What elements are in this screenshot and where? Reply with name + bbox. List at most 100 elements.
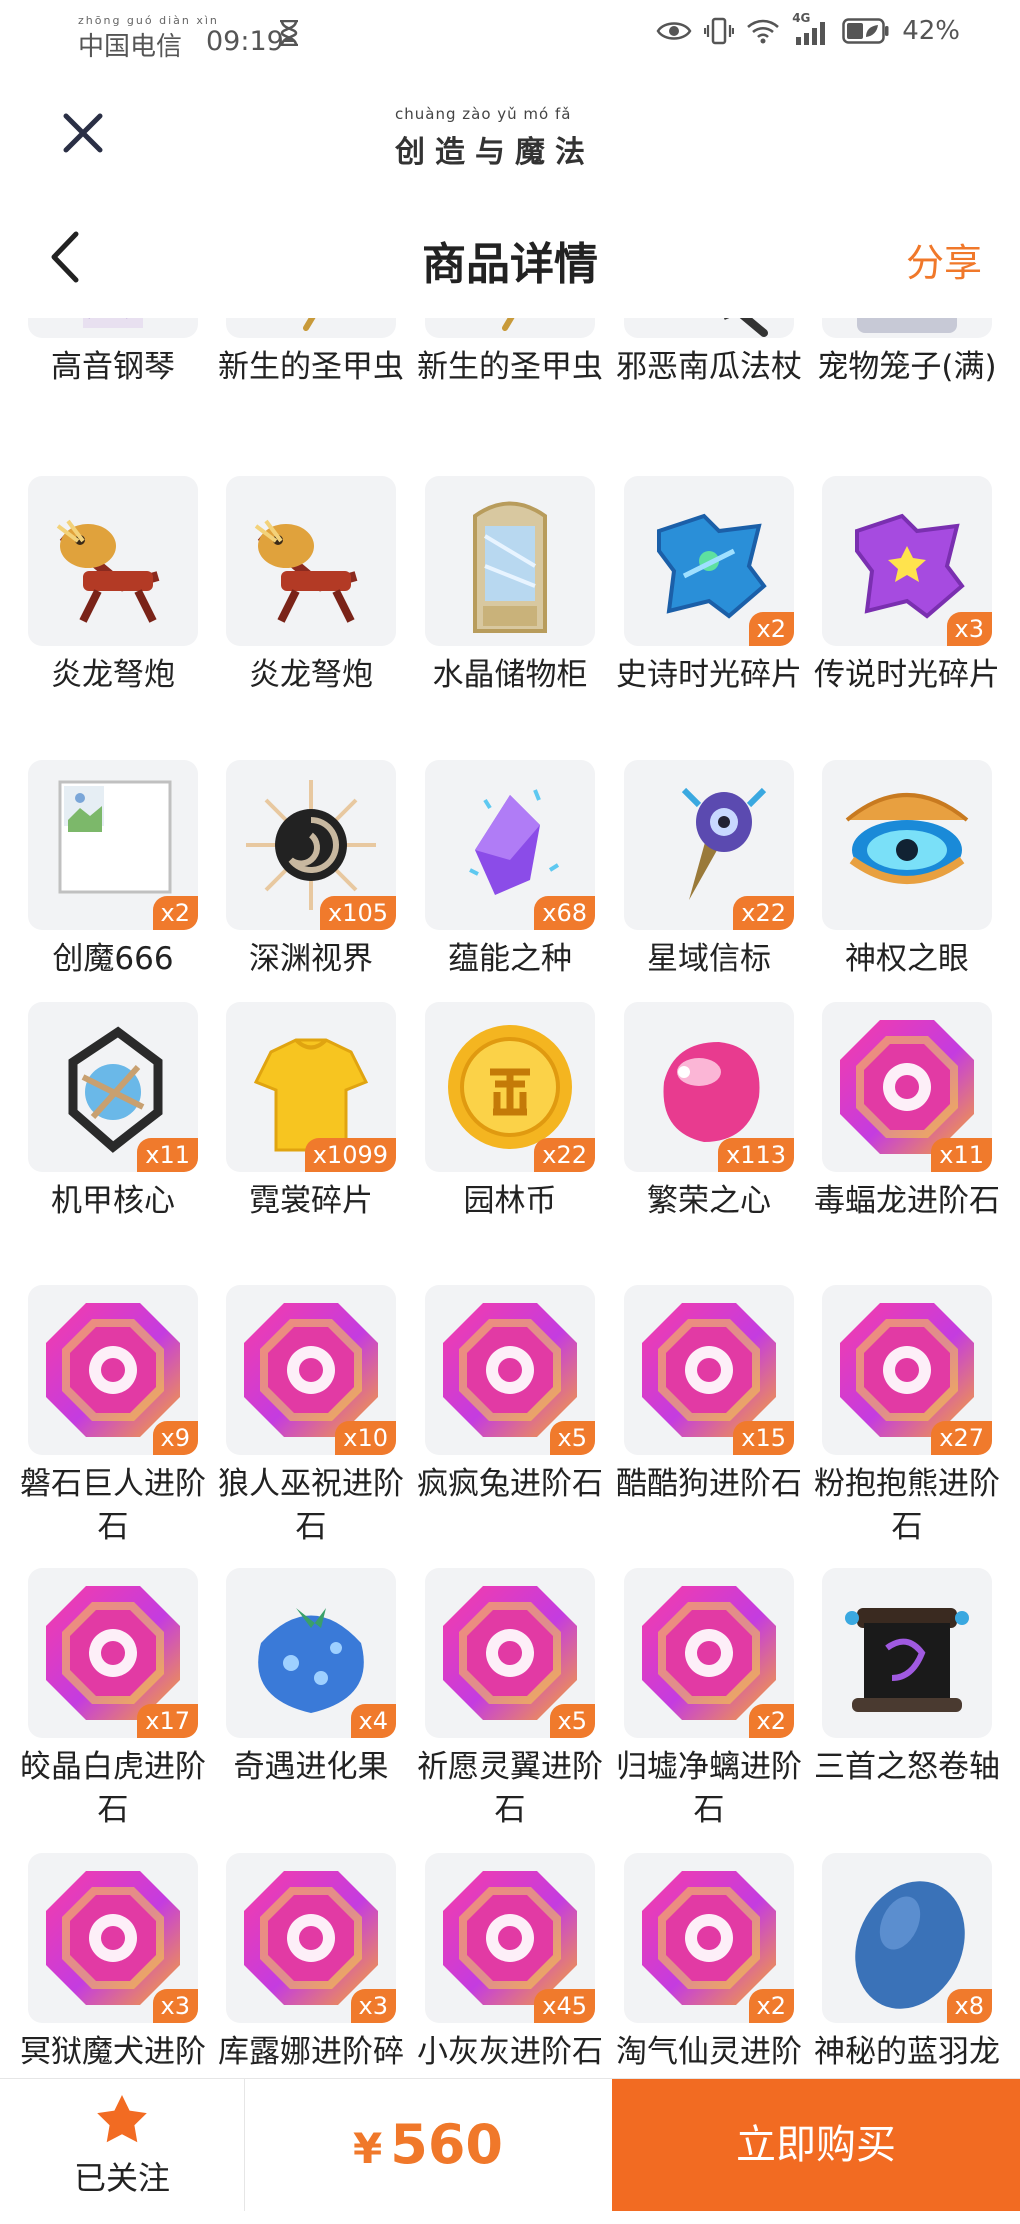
item-thumbnail: x22 bbox=[624, 760, 794, 930]
item-name: 奇遇进化果 bbox=[233, 1749, 389, 1785]
quantity-badge: x11 bbox=[931, 1138, 992, 1172]
quantity-badge: x68 bbox=[534, 896, 595, 930]
page-title: 商品详情 bbox=[422, 239, 598, 290]
item-thumbnail: x45 bbox=[425, 1853, 595, 2023]
scarab-icon bbox=[502, 318, 515, 331]
item-name: 神秘的蓝羽龙蛋 bbox=[814, 2034, 1000, 2078]
item-thumbnail bbox=[226, 318, 396, 338]
item-thumbnail bbox=[624, 318, 794, 338]
quantity-badge: x2 bbox=[748, 1989, 794, 2023]
price: ¥560 bbox=[244, 2079, 612, 2211]
hourglass-icon bbox=[280, 20, 298, 46]
item-name: 创魔666 bbox=[52, 941, 174, 977]
item-thumbnail: x17 bbox=[28, 1568, 198, 1738]
item-thumbnail bbox=[425, 476, 595, 646]
item-thumbnail bbox=[28, 318, 198, 338]
buy-now-button[interactable]: 立即购买 bbox=[612, 2079, 1020, 2211]
item-thumbnail: x2 bbox=[624, 476, 794, 646]
item-name: 狼人巫祝进阶石 bbox=[218, 1466, 404, 1545]
item-thumbnail: x4 bbox=[226, 1568, 396, 1738]
quantity-badge: x15 bbox=[733, 1421, 794, 1455]
close-icon[interactable] bbox=[58, 108, 108, 158]
wifi-icon bbox=[747, 19, 780, 44]
item-name: 祈愿灵翼进阶石 bbox=[417, 1749, 603, 1828]
item-thumbnail bbox=[28, 476, 198, 646]
quantity-badge: x4 bbox=[350, 1704, 396, 1738]
item-thumbnail: x8 bbox=[822, 1853, 992, 2023]
quantity-badge: x3 bbox=[152, 1989, 198, 2023]
item-thumbnail: x9 bbox=[28, 1285, 198, 1455]
quantity-badge: x27 bbox=[931, 1421, 992, 1455]
app-logo: chuàng zào yǔ mó fǎ 创造与魔法 bbox=[395, 105, 625, 170]
item-thumbnail: x5 bbox=[425, 1568, 595, 1738]
status-bar: zhōng guó diàn xìn 中国电信 09:19 4G 42% bbox=[0, 0, 1020, 70]
battery-icon bbox=[842, 18, 889, 44]
item-thumbnail: x2 bbox=[624, 1568, 794, 1738]
item-name: 淘气仙灵进阶石 bbox=[616, 2034, 802, 2078]
item-name: 宠物笼子(满) bbox=[817, 349, 997, 385]
item-name: 邪恶南瓜法杖 bbox=[616, 349, 802, 385]
item-name: 三首之怒卷轴 bbox=[814, 1749, 1000, 1785]
clock: 09:19 bbox=[206, 26, 284, 57]
piano-icon bbox=[83, 318, 143, 328]
item-thumbnail: x10 bbox=[226, 1285, 396, 1455]
item-name: 粉抱抱熊进阶石 bbox=[814, 1466, 1000, 1545]
quantity-badge: x5 bbox=[549, 1421, 595, 1455]
quantity-badge: x45 bbox=[534, 1989, 595, 2023]
item-name: 高音钢琴 bbox=[51, 349, 175, 385]
logo-pinyin: chuàng zào yǔ mó fǎ bbox=[395, 105, 572, 123]
quantity-badge: x9 bbox=[152, 1421, 198, 1455]
item-name: 磐石巨人进阶石 bbox=[20, 1466, 206, 1545]
item-thumbnail bbox=[822, 1568, 992, 1738]
item-thumbnail bbox=[822, 760, 992, 930]
item-thumbnail bbox=[425, 318, 595, 338]
item-thumbnail: x2 bbox=[28, 760, 198, 930]
item-name: 冥狱魔犬进阶石 bbox=[20, 2034, 206, 2078]
item-name: 史诗时光碎片 bbox=[616, 657, 802, 693]
quantity-badge: x1099 bbox=[304, 1138, 396, 1172]
item-name: 库露娜进阶碎片 bbox=[218, 2034, 404, 2078]
item-thumbnail: x3 bbox=[28, 1853, 198, 2023]
item-thumbnail: x22 bbox=[425, 1002, 595, 1172]
item-name: 小灰灰进阶石 bbox=[417, 2034, 603, 2070]
item-thumbnail bbox=[822, 318, 992, 338]
signal-icon: 4G bbox=[792, 11, 830, 45]
vibrate-icon bbox=[704, 17, 735, 45]
item-thumbnail: x27 bbox=[822, 1285, 992, 1455]
star-icon bbox=[97, 2095, 147, 2143]
item-name: 园林币 bbox=[463, 1183, 557, 1219]
item-name: 星域信标 bbox=[647, 941, 771, 977]
item-name: 深渊视界 bbox=[249, 941, 373, 977]
carrier-name: 中国电信 bbox=[78, 32, 183, 62]
dragon-ballista-icon bbox=[56, 519, 160, 623]
item-name: 水晶储物柜 bbox=[432, 657, 588, 693]
status-icons: 4G 42% bbox=[656, 11, 960, 46]
item-name: 毒蝠龙进阶石 bbox=[814, 1183, 1000, 1219]
quantity-badge: x113 bbox=[717, 1138, 794, 1172]
battery-level: 42% bbox=[902, 16, 960, 46]
item-thumbnail: x105 bbox=[226, 760, 396, 930]
follow-button[interactable]: 已关注 bbox=[0, 2079, 245, 2211]
item-name: 新生的圣甲虫 bbox=[218, 349, 404, 385]
item-thumbnail: x3 bbox=[226, 1853, 396, 2023]
item-thumbnail: x113 bbox=[624, 1002, 794, 1172]
item-thumbnail: x15 bbox=[624, 1285, 794, 1455]
item-name: 传说时光碎片 bbox=[814, 657, 1000, 693]
item-name: 归墟净螭进阶石 bbox=[616, 1749, 802, 1828]
item-name: 繁荣之心 bbox=[647, 1183, 771, 1219]
quantity-badge: x2 bbox=[748, 612, 794, 646]
dragon-ballista-icon bbox=[254, 519, 358, 623]
quantity-badge: x3 bbox=[946, 612, 992, 646]
share-button[interactable]: 分享 bbox=[906, 232, 982, 287]
item-thumbnail: x3 bbox=[822, 476, 992, 646]
item-name: 炎龙弩炮 bbox=[249, 657, 373, 693]
crystal-cabinet-icon bbox=[473, 501, 547, 633]
bottom-bar: 已关注 ¥560 立即购买 bbox=[0, 2078, 1020, 2211]
follow-label: 已关注 bbox=[73, 2159, 170, 2197]
scroll-icon bbox=[845, 1608, 969, 1712]
item-thumbnail bbox=[226, 476, 396, 646]
quantity-badge: x5 bbox=[549, 1704, 595, 1738]
quantity-badge: x3 bbox=[350, 1989, 396, 2023]
quantity-badge: x17 bbox=[137, 1704, 198, 1738]
item-name: 新生的圣甲虫 bbox=[417, 349, 603, 385]
